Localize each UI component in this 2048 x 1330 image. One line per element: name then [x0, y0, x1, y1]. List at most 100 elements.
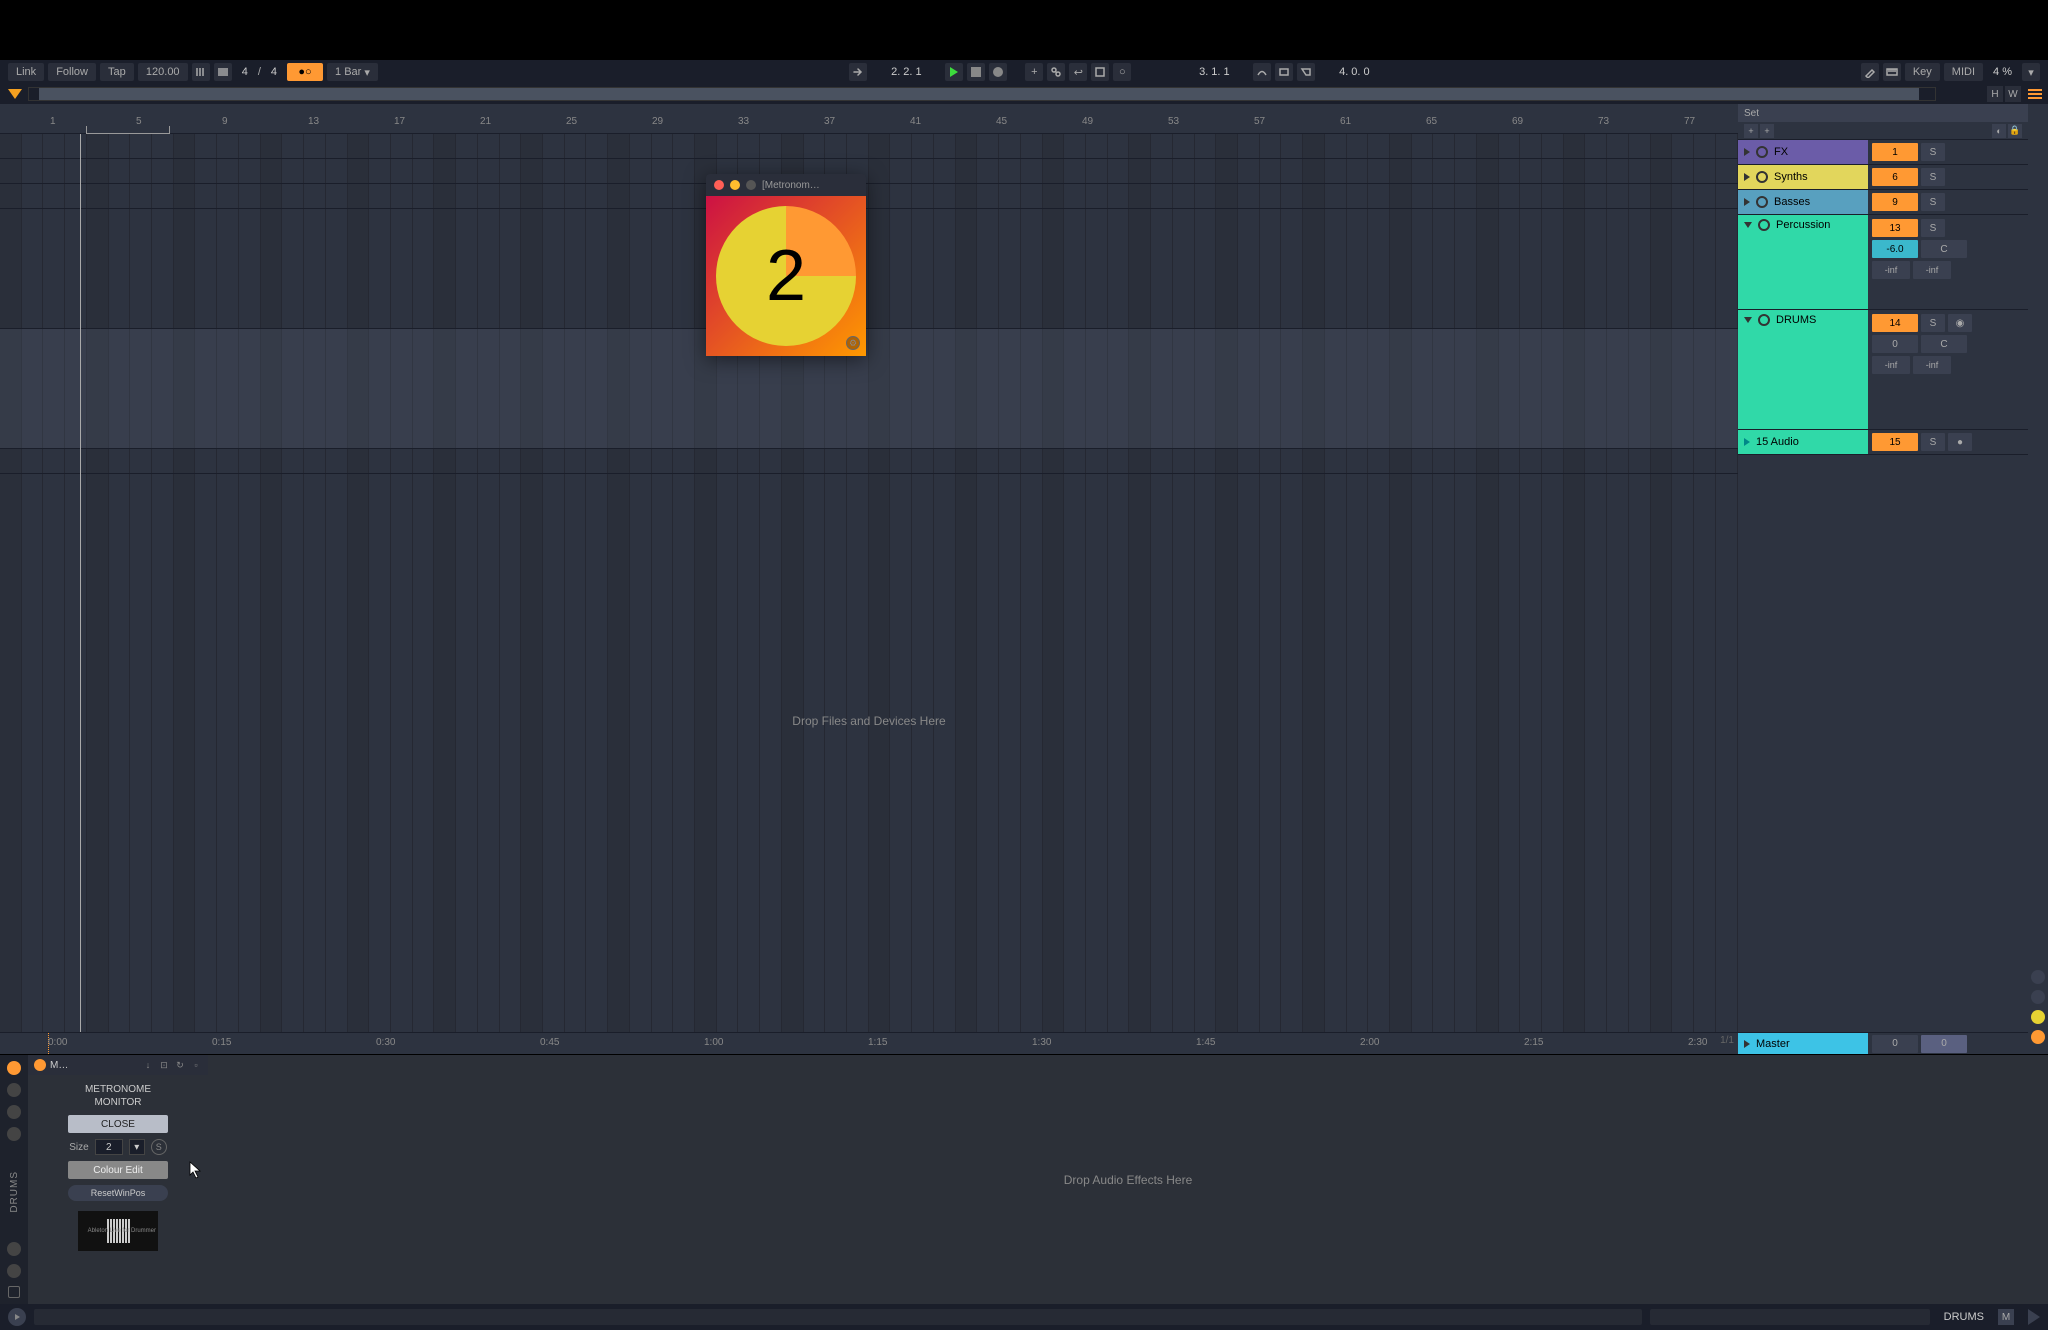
track-lane-synths[interactable]	[0, 159, 1738, 184]
activator-icon[interactable]	[1756, 171, 1768, 183]
track-name-tab[interactable]: 15 Audio	[1738, 430, 1868, 454]
device-slot-icon[interactable]	[7, 1105, 21, 1119]
preview-play-button[interactable]	[8, 1308, 26, 1326]
track-header-audio15[interactable]: 15 Audio 15 S ●	[1738, 430, 2028, 455]
solo-button[interactable]: S	[1921, 314, 1945, 332]
fold-icon[interactable]	[1744, 173, 1750, 181]
volume-field[interactable]: -6.0	[1872, 240, 1918, 258]
activator-icon[interactable]	[1756, 196, 1768, 208]
punch-out-button[interactable]	[1297, 63, 1315, 81]
device-save-icon[interactable]: ▫	[190, 1059, 202, 1071]
metronome-window[interactable]: [Metronom… 2 ⚙	[706, 174, 866, 356]
track-header-synths[interactable]: Synths 6 S	[1738, 165, 2028, 190]
capture-button[interactable]	[1091, 63, 1109, 81]
curve-icon[interactable]	[1253, 63, 1271, 81]
device-slot-icon[interactable]	[7, 1242, 21, 1256]
nudge-down-button[interactable]	[192, 63, 210, 81]
bar-ruler[interactable]: 1 5 9 13 17 21 25 29 33 37 41 45 49 53 5…	[0, 104, 1738, 134]
solo-button[interactable]: S	[1921, 143, 1945, 161]
time-ruler[interactable]: 0:00 0:15 0:30 0:45 1:00 1:15 1:30 1:45 …	[0, 1032, 1738, 1054]
re-enable-automation-button[interactable]: ↩	[1069, 63, 1087, 81]
activator-icon[interactable]	[1758, 219, 1770, 231]
track-lane-fx[interactable]	[0, 134, 1738, 159]
device-toggle-icon[interactable]	[34, 1059, 46, 1071]
track-header-drums[interactable]: DRUMS 14 S ◉ 0 C -inf -inf	[1738, 310, 2028, 430]
add-return-button[interactable]: +	[1760, 124, 1774, 138]
play-icon[interactable]	[1744, 438, 1750, 446]
send-b-field[interactable]: -inf	[1913, 356, 1951, 374]
indicator-dot[interactable]	[2031, 970, 2045, 984]
fold-icon[interactable]	[1744, 198, 1750, 206]
loop-length[interactable]: 4. 0. 0	[1319, 63, 1389, 81]
metronome-button[interactable]: ●○	[287, 63, 323, 81]
fold-icon[interactable]	[1744, 148, 1750, 156]
w-button[interactable]: W	[2005, 86, 2021, 102]
link-button[interactable]: Link	[8, 63, 44, 81]
device-refresh-icon[interactable]: ↻	[174, 1059, 186, 1071]
overdub-button[interactable]: +	[1025, 63, 1043, 81]
automation-arm-button[interactable]	[1047, 63, 1065, 81]
indicator-dot[interactable]	[2031, 990, 2045, 1004]
tracks-grid[interactable]: Drop Files and Devices Here [Metronom… 2…	[0, 134, 1738, 1032]
overview-strip[interactable]	[28, 87, 1936, 101]
track-lane-drums[interactable]	[0, 329, 1738, 449]
device-slot-icon[interactable]	[7, 1264, 21, 1278]
indicator-dot[interactable]	[2031, 1030, 2045, 1044]
send-a-field[interactable]: -inf	[1872, 261, 1910, 279]
lock-icon[interactable]: 🔒	[2008, 124, 2022, 138]
punch-position[interactable]: 3. 1. 1	[1179, 63, 1249, 81]
midi-map-button[interactable]: MIDI	[1944, 63, 1983, 81]
set-header[interactable]: Set	[1738, 104, 2028, 122]
track-name-tab[interactable]: Percussion	[1738, 215, 1868, 309]
device-drop-area[interactable]: Drop Audio Effects Here	[208, 1055, 2048, 1304]
tempo-field[interactable]: 120.00	[138, 63, 188, 81]
loop-brace[interactable]	[86, 126, 170, 134]
track-header-fx[interactable]: FX 1 S	[1738, 140, 2028, 165]
sig-numerator[interactable]: 4	[236, 63, 254, 81]
arm-button[interactable]: ◉	[1948, 314, 1972, 332]
record-button[interactable]	[989, 63, 1007, 81]
track-name-tab[interactable]: DRUMS	[1738, 310, 1868, 429]
keyboard-icon[interactable]	[1883, 63, 1901, 81]
send-a-field[interactable]: -inf	[1872, 356, 1910, 374]
stop-button[interactable]	[967, 63, 985, 81]
track-number-field[interactable]: 1	[1872, 143, 1918, 161]
song-position[interactable]: 2. 2. 1	[871, 63, 941, 81]
device-active-icon[interactable]	[7, 1061, 21, 1075]
pencil-icon[interactable]	[1861, 63, 1879, 81]
track-lane-audio15[interactable]	[0, 449, 1738, 474]
reset-window-button[interactable]: ResetWinPos	[68, 1185, 168, 1201]
s-button[interactable]: S	[151, 1139, 167, 1155]
detail-triangle-icon[interactable]	[2028, 1309, 2040, 1325]
nudge-up-button[interactable]	[214, 63, 232, 81]
solo-button[interactable]: S	[1921, 433, 1945, 451]
colour-edit-button[interactable]: Colour Edit	[68, 1161, 168, 1179]
io-button[interactable]: ◐	[1992, 124, 2006, 138]
zoom-icon[interactable]	[746, 180, 756, 190]
track-header-basses[interactable]: Basses 9 S	[1738, 190, 2028, 215]
device-arrow-icon[interactable]: ↓	[142, 1059, 154, 1071]
add-track-button[interactable]: +	[1744, 124, 1758, 138]
key-map-button[interactable]: Key	[1905, 63, 1940, 81]
device-slot-icon[interactable]	[7, 1083, 21, 1097]
track-lane-percussion[interactable]	[0, 209, 1738, 329]
cpu-dropdown[interactable]: ▾	[2022, 63, 2040, 81]
activator-icon[interactable]	[1756, 146, 1768, 158]
arrow-to-start-button[interactable]	[849, 63, 867, 81]
master-name-tab[interactable]: Master	[1738, 1033, 1868, 1054]
overview-handle[interactable]	[39, 88, 1919, 100]
quantize-menu[interactable]: 1 Bar ▾	[327, 63, 378, 81]
send-b-field[interactable]: -inf	[1913, 261, 1951, 279]
device-header[interactable]: M… ↓ ⊡ ↻ ▫	[28, 1055, 208, 1075]
solo-button[interactable]: S	[1921, 168, 1945, 186]
track-number-field[interactable]: 15	[1872, 433, 1918, 451]
close-button[interactable]: CLOSE	[68, 1115, 168, 1133]
track-number-field[interactable]: 14	[1872, 314, 1918, 332]
size-field[interactable]: 2	[95, 1139, 123, 1155]
sig-denominator[interactable]: 4	[265, 63, 283, 81]
close-icon[interactable]	[714, 180, 724, 190]
track-number-field[interactable]: 13	[1872, 219, 1918, 237]
track-number-field[interactable]: 6	[1872, 168, 1918, 186]
tap-button[interactable]: Tap	[100, 63, 134, 81]
minimize-icon[interactable]	[730, 180, 740, 190]
